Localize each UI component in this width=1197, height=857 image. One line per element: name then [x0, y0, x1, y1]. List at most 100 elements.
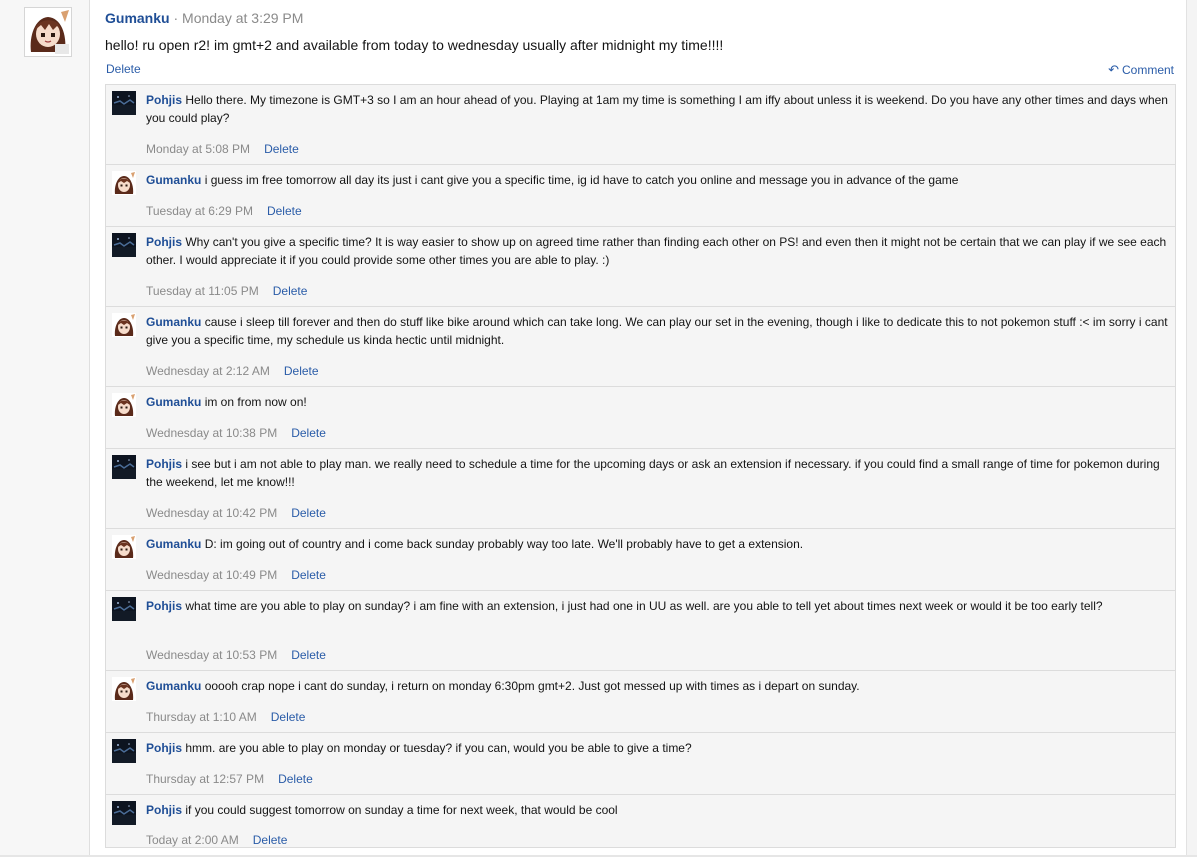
comment-author-avatar[interactable] — [112, 233, 136, 257]
comment-meta: Wednesday at 10:42 PM Delete — [146, 506, 326, 520]
comment-body: if you could suggest tomorrow on sunday … — [185, 803, 618, 817]
comment-timestamp[interactable]: Wednesday at 10:42 PM — [146, 506, 277, 520]
comment-delete-link[interactable]: Delete — [291, 568, 326, 582]
pohjis-avatar-image — [112, 455, 136, 479]
reply-arrow-icon: ↶ — [1108, 62, 1119, 77]
comment-text: Pohjis Why can't you give a specific tim… — [146, 227, 1169, 269]
comment-author-name[interactable]: Pohjis — [146, 457, 182, 471]
post-author-name[interactable]: Gumanku — [105, 10, 170, 26]
comment-body: D: im going out of country and i come ba… — [204, 537, 804, 551]
post-timestamp[interactable]: Monday at 3:29 PM — [182, 10, 303, 26]
comment-author-avatar[interactable] — [112, 535, 136, 559]
comment-item: Gumanku im on from now on! Wednesday at 1… — [106, 387, 1175, 449]
comment-link-label: Comment — [1121, 63, 1174, 77]
comment-author-name[interactable]: Gumanku — [146, 395, 201, 409]
comment-timestamp[interactable]: Wednesday at 2:12 AM — [146, 364, 270, 378]
comment-text: Pohjis if you could suggest tomorrow on … — [146, 795, 1169, 819]
comment-delete-link[interactable]: Delete — [253, 833, 288, 847]
comment-item: Pohjis Hello there. My timezone is GMT+3… — [106, 85, 1175, 165]
pohjis-avatar-image — [112, 91, 136, 115]
comment-body: im on from now on! — [204, 395, 307, 409]
comment-item: Gumanku i guess im free tomorrow all day… — [106, 165, 1175, 227]
comment-timestamp[interactable]: Today at 2:00 AM — [146, 833, 239, 847]
comment-delete-link[interactable]: Delete — [291, 648, 326, 662]
comment-delete-link[interactable]: Delete — [271, 710, 306, 724]
comment-author-name[interactable]: Pohjis — [146, 599, 182, 613]
comment-author-name[interactable]: Pohjis — [146, 803, 182, 817]
comment-body: i see but i am not able to play man. we … — [146, 457, 1160, 489]
left-gutter — [0, 0, 90, 857]
comment-timestamp[interactable]: Wednesday at 10:38 PM — [146, 426, 277, 440]
comment-delete-link[interactable]: Delete — [291, 506, 326, 520]
comment-timestamp[interactable]: Tuesday at 11:05 PM — [146, 284, 259, 298]
comment-item: Gumanku ooooh crap nope i cant do sunday… — [106, 671, 1175, 733]
pohjis-avatar-image — [112, 801, 136, 825]
comment-author-avatar[interactable] — [112, 455, 136, 479]
gumanku-avatar-image — [112, 313, 136, 337]
comment-text: Pohjis hmm. are you able to play on mond… — [146, 733, 1169, 757]
pohjis-avatar-image — [112, 233, 136, 257]
comment-delete-link[interactable]: Delete — [284, 364, 319, 378]
pohjis-avatar-image — [112, 739, 136, 763]
comment-meta: Wednesday at 10:38 PM Delete — [146, 426, 326, 440]
comment-body: what time are you able to play on sunday… — [185, 599, 1103, 613]
comment-author-name[interactable]: Pohjis — [146, 235, 182, 249]
post-delete-link[interactable]: Delete — [106, 62, 141, 76]
profile-post-page: Gumanku · Monday at 3:29 PM hello! ru op… — [0, 0, 1197, 857]
comment-meta: Tuesday at 11:05 PM Delete — [146, 284, 307, 298]
comment-meta: Monday at 5:08 PM Delete — [146, 142, 299, 156]
comment-delete-link[interactable]: Delete — [267, 204, 302, 218]
comment-author-name[interactable]: Gumanku — [146, 173, 201, 187]
comment-list: Pohjis Hello there. My timezone is GMT+3… — [105, 84, 1176, 848]
comment-author-avatar[interactable] — [112, 801, 136, 825]
comment-delete-link[interactable]: Delete — [291, 426, 326, 440]
comment-author-name[interactable]: Gumanku — [146, 315, 201, 329]
comment-timestamp[interactable]: Thursday at 12:57 PM — [146, 772, 264, 786]
comment-author-name[interactable]: Pohjis — [146, 741, 182, 755]
gumanku-avatar-image — [112, 171, 136, 195]
comment-item: Gumanku D: im going out of country and i… — [106, 529, 1175, 591]
comment-timestamp[interactable]: Thursday at 1:10 AM — [146, 710, 257, 724]
comment-meta: Today at 2:00 AM Delete — [146, 833, 287, 847]
comment-text: Gumanku cause i sleep till forever and t… — [146, 307, 1169, 349]
comment-timestamp[interactable]: Monday at 5:08 PM — [146, 142, 250, 156]
comment-author-avatar[interactable] — [112, 171, 136, 195]
comment-author-avatar[interactable] — [112, 91, 136, 115]
comment-author-avatar[interactable] — [112, 313, 136, 337]
comment-item: Gumanku cause i sleep till forever and t… — [106, 307, 1175, 387]
comment-text: Gumanku i guess im free tomorrow all day… — [146, 165, 1169, 189]
post-comment-link[interactable]: ↶ Comment — [1108, 62, 1174, 78]
comment-timestamp[interactable]: Wednesday at 10:49 PM — [146, 568, 277, 582]
comment-author-name[interactable]: Gumanku — [146, 679, 201, 693]
comment-item: Pohjis hmm. are you able to play on mond… — [106, 733, 1175, 795]
comment-author-avatar[interactable] — [112, 739, 136, 763]
comment-delete-link[interactable]: Delete — [273, 284, 308, 298]
comment-delete-link[interactable]: Delete — [264, 142, 299, 156]
gumanku-avatar-image — [25, 8, 71, 56]
comment-body: hmm. are you able to play on monday or t… — [185, 741, 692, 755]
comment-author-name[interactable]: Pohjis — [146, 93, 182, 107]
comment-meta: Tuesday at 6:29 PM Delete — [146, 204, 302, 218]
post-author-avatar[interactable] — [24, 7, 72, 57]
comment-item: Pohjis if you could suggest tomorrow on … — [106, 795, 1175, 855]
comment-timestamp[interactable]: Wednesday at 10:53 PM — [146, 648, 277, 662]
right-scroll-edge — [1186, 0, 1197, 857]
header-separator: · — [173, 10, 179, 26]
comment-meta: Wednesday at 10:49 PM Delete — [146, 568, 326, 582]
pohjis-avatar-image — [112, 597, 136, 621]
comment-delete-link[interactable]: Delete — [278, 772, 313, 786]
comment-text: Pohjis i see but i am not able to play m… — [146, 449, 1169, 491]
comment-author-avatar[interactable] — [112, 677, 136, 701]
comment-body: ooooh crap nope i cant do sunday, i retu… — [204, 679, 860, 693]
post-message: hello! ru open r2! im gmt+2 and availabl… — [105, 37, 724, 53]
comment-text: Pohjis what time are you able to play on… — [146, 591, 1169, 615]
comment-meta: Thursday at 1:10 AM Delete — [146, 710, 305, 724]
comment-author-avatar[interactable] — [112, 597, 136, 621]
gumanku-avatar-image — [112, 677, 136, 701]
comment-author-avatar[interactable] — [112, 393, 136, 417]
comment-body: cause i sleep till forever and then do s… — [146, 315, 1168, 347]
comment-text: Pohjis Hello there. My timezone is GMT+3… — [146, 85, 1169, 127]
comment-item: Pohjis what time are you able to play on… — [106, 591, 1175, 671]
comment-author-name[interactable]: Gumanku — [146, 537, 201, 551]
comment-timestamp[interactable]: Tuesday at 6:29 PM — [146, 204, 253, 218]
